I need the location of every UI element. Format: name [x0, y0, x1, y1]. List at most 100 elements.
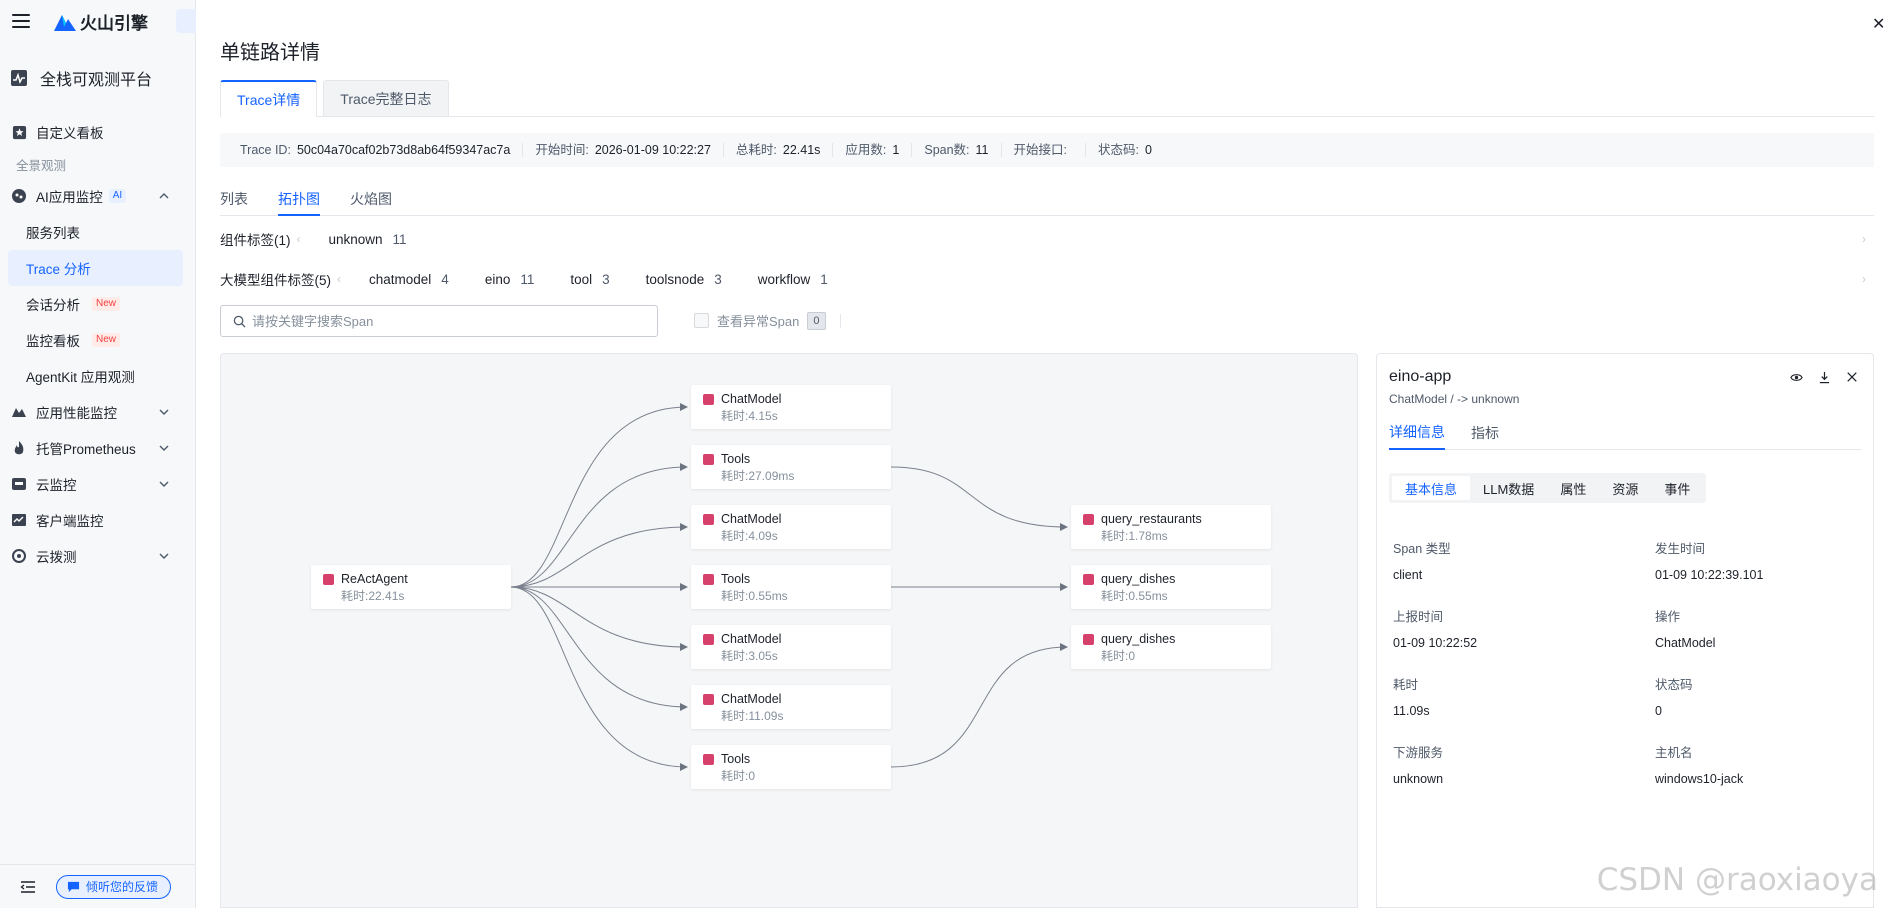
probe-gear-icon — [10, 547, 28, 565]
node-duration: 耗时:3.05s — [721, 649, 778, 663]
tab-flamegraph[interactable]: 火焰图 — [350, 183, 392, 215]
topology-node-query-dishes[interactable]: query_dishes 耗时:0 — [1071, 625, 1271, 669]
sidebar-item-cloud-monitor[interactable]: 云监控 — [0, 466, 195, 502]
chevron-down-icon[interactable] — [157, 405, 171, 419]
sidebar-item-monitor-board[interactable]: 监控看板 New — [8, 322, 183, 358]
node-name: ChatModel — [721, 632, 782, 646]
field-label: 耗时 — [1393, 678, 1419, 692]
tab-topology[interactable]: 拓扑图 — [278, 183, 320, 216]
info-status-code: 状态码: 0 — [1086, 143, 1164, 157]
info-label: Trace ID: — [240, 143, 291, 157]
sidebar-item-prometheus[interactable]: 托管Prometheus — [0, 430, 195, 466]
topology-node-chatmodel[interactable]: ChatModel 耗时:4.15s — [691, 385, 891, 429]
node-name: Tools — [721, 752, 751, 766]
chevron-left-icon[interactable]: ‹ — [297, 232, 301, 246]
field-label: Span 类型 — [1393, 542, 1451, 556]
tag-chip[interactable]: chatmodel 4 — [369, 272, 449, 287]
span-search-input[interactable] — [252, 313, 632, 329]
segment-basic-info[interactable]: 基本信息 — [1392, 476, 1471, 500]
prometheus-flame-icon — [10, 439, 28, 457]
topology-node-chatmodel[interactable]: ChatModel 耗时:3.05s — [691, 625, 891, 669]
sidebar-item-trace-analysis[interactable]: Trace 分析 — [8, 250, 183, 286]
node-name: query_restaurants — [1101, 512, 1202, 526]
info-label: 总耗时: — [735, 143, 777, 157]
tab-list[interactable]: 列表 — [220, 183, 248, 215]
chevron-up-icon[interactable] — [157, 189, 171, 203]
chevron-left-icon[interactable]: ‹ — [337, 272, 341, 286]
chevron-down-icon[interactable] — [157, 441, 171, 455]
node-duration: 耗时:0 — [721, 769, 756, 783]
page-title: 单链路详情 — [220, 42, 320, 64]
tag-chip[interactable]: eino 11 — [485, 272, 535, 287]
feedback-label: 倾听您的反馈 — [86, 880, 159, 894]
segment-llm-data[interactable]: LLM数据 — [1470, 476, 1547, 500]
brand-logo-link[interactable]: 火山引擎 — [54, 9, 148, 34]
field-label: 状态码 — [1655, 678, 1693, 692]
chevron-right-icon[interactable]: › — [1862, 232, 1866, 246]
node-name: Tools — [721, 572, 751, 586]
segment-attributes[interactable]: 属性 — [1547, 476, 1599, 500]
sidebar-item-label: 托管Prometheus — [36, 442, 136, 457]
node-marker — [1083, 634, 1094, 645]
topology-node-chatmodel[interactable]: ChatModel 耗时:4.09s — [691, 505, 891, 549]
sidebar-item-label: 监控看板 — [26, 334, 80, 349]
tab-metrics[interactable]: 指标 — [1471, 416, 1499, 449]
chip-name: eino — [484, 271, 511, 287]
platform-title[interactable]: 全栈可观测平台 — [0, 42, 195, 114]
field-hostname: 主机名 windows10-jack — [1655, 744, 1743, 788]
close-icon[interactable] — [1845, 370, 1859, 384]
topology-node-query-dishes[interactable]: query_dishes 耗时:0.55ms — [1071, 565, 1271, 609]
info-value: 22.41s — [782, 143, 821, 157]
sidebar-item-session-analysis[interactable]: 会话分析 New — [8, 286, 183, 322]
sidebar-item-client-monitor[interactable]: 客户端监控 — [0, 502, 195, 538]
node-name: ReActAgent — [341, 572, 408, 586]
sidebar-item-probe[interactable]: 云拨测 — [0, 538, 195, 574]
field-value: ChatModel — [1655, 636, 1716, 650]
chevron-right-icon[interactable]: › — [1862, 272, 1866, 286]
tag-chip[interactable]: workflow 1 — [758, 272, 828, 287]
info-label: 状态码: — [1098, 143, 1139, 157]
tag-chip[interactable]: toolsnode 3 — [646, 272, 722, 287]
sidebar-item-label: 自定义看板 — [36, 126, 104, 141]
topology-canvas[interactable]: ReActAgent 耗时:22.41s ChatModel 耗时:4.15s To… — [220, 353, 1358, 908]
tab-detail-info[interactable]: 详细信息 — [1389, 416, 1445, 450]
abnormal-span-checkbox[interactable] — [694, 313, 709, 328]
topology-node-query-restaurants[interactable]: query_restaurants 耗时:1.78ms — [1071, 505, 1271, 549]
field-status-code: 状态码 0 — [1655, 676, 1693, 720]
sidebar-item-service-list[interactable]: 服务列表 — [8, 214, 183, 250]
collapse-sidebar-icon[interactable] — [20, 880, 36, 894]
chevron-down-icon[interactable] — [157, 477, 171, 491]
topology-node-tools[interactable]: Tools 耗时:0 — [691, 745, 891, 789]
topology-node-tools[interactable]: Tools 耗时:0.55ms — [691, 565, 891, 609]
sidebar-item-ai-monitor[interactable]: AI应用监控 AI — [0, 178, 195, 214]
sidebar-item-custom-board[interactable]: 自定义看板 — [0, 114, 195, 150]
feedback-button[interactable]: 倾听您的反馈 — [56, 874, 172, 899]
tag-chip[interactable]: unknown 11 — [329, 232, 407, 247]
sidebar-item-agentkit[interactable]: AgentKit 应用观测 — [8, 358, 183, 394]
console-tab-edge[interactable] — [176, 9, 196, 33]
segment-resources[interactable]: 资源 — [1599, 476, 1651, 500]
close-icon[interactable]: ✕ — [1872, 14, 1884, 34]
sidebar-item-apm[interactable]: 应用性能监控 — [0, 394, 195, 430]
topology-node-reactagent[interactable]: ReActAgent 耗时:22.41s — [311, 565, 511, 609]
topology-node-chatmodel[interactable]: ChatModel 耗时:11.09s — [691, 685, 891, 729]
volcano-logo-icon — [54, 15, 76, 31]
chevron-down-icon[interactable] — [157, 549, 171, 563]
view-tabs: 列表 拓扑图 火焰图 — [220, 183, 1874, 216]
node-name: ChatModel — [721, 692, 782, 706]
platform-name: 全栈可观测平台 — [40, 72, 153, 89]
field-value: windows10-jack — [1655, 772, 1744, 786]
menu-icon[interactable] — [12, 14, 30, 28]
segment-events[interactable]: 事件 — [1651, 476, 1703, 500]
eye-icon[interactable] — [1789, 370, 1803, 384]
tag-chip[interactable]: tool 3 — [570, 272, 609, 287]
field-span-type: Span 类型 client — [1393, 540, 1451, 584]
tab-trace-full-log[interactable]: Trace完整日志 — [323, 80, 449, 116]
node-duration: 耗时:11.09s — [721, 709, 784, 723]
search-icon — [233, 315, 246, 328]
node-name: query_dishes — [1101, 632, 1176, 646]
topology-node-tools[interactable]: Tools 耗时:27.09ms — [691, 445, 891, 489]
detail-actions — [1775, 370, 1859, 384]
tab-trace-detail[interactable]: Trace详情 — [220, 80, 318, 117]
download-icon[interactable] — [1817, 370, 1831, 384]
